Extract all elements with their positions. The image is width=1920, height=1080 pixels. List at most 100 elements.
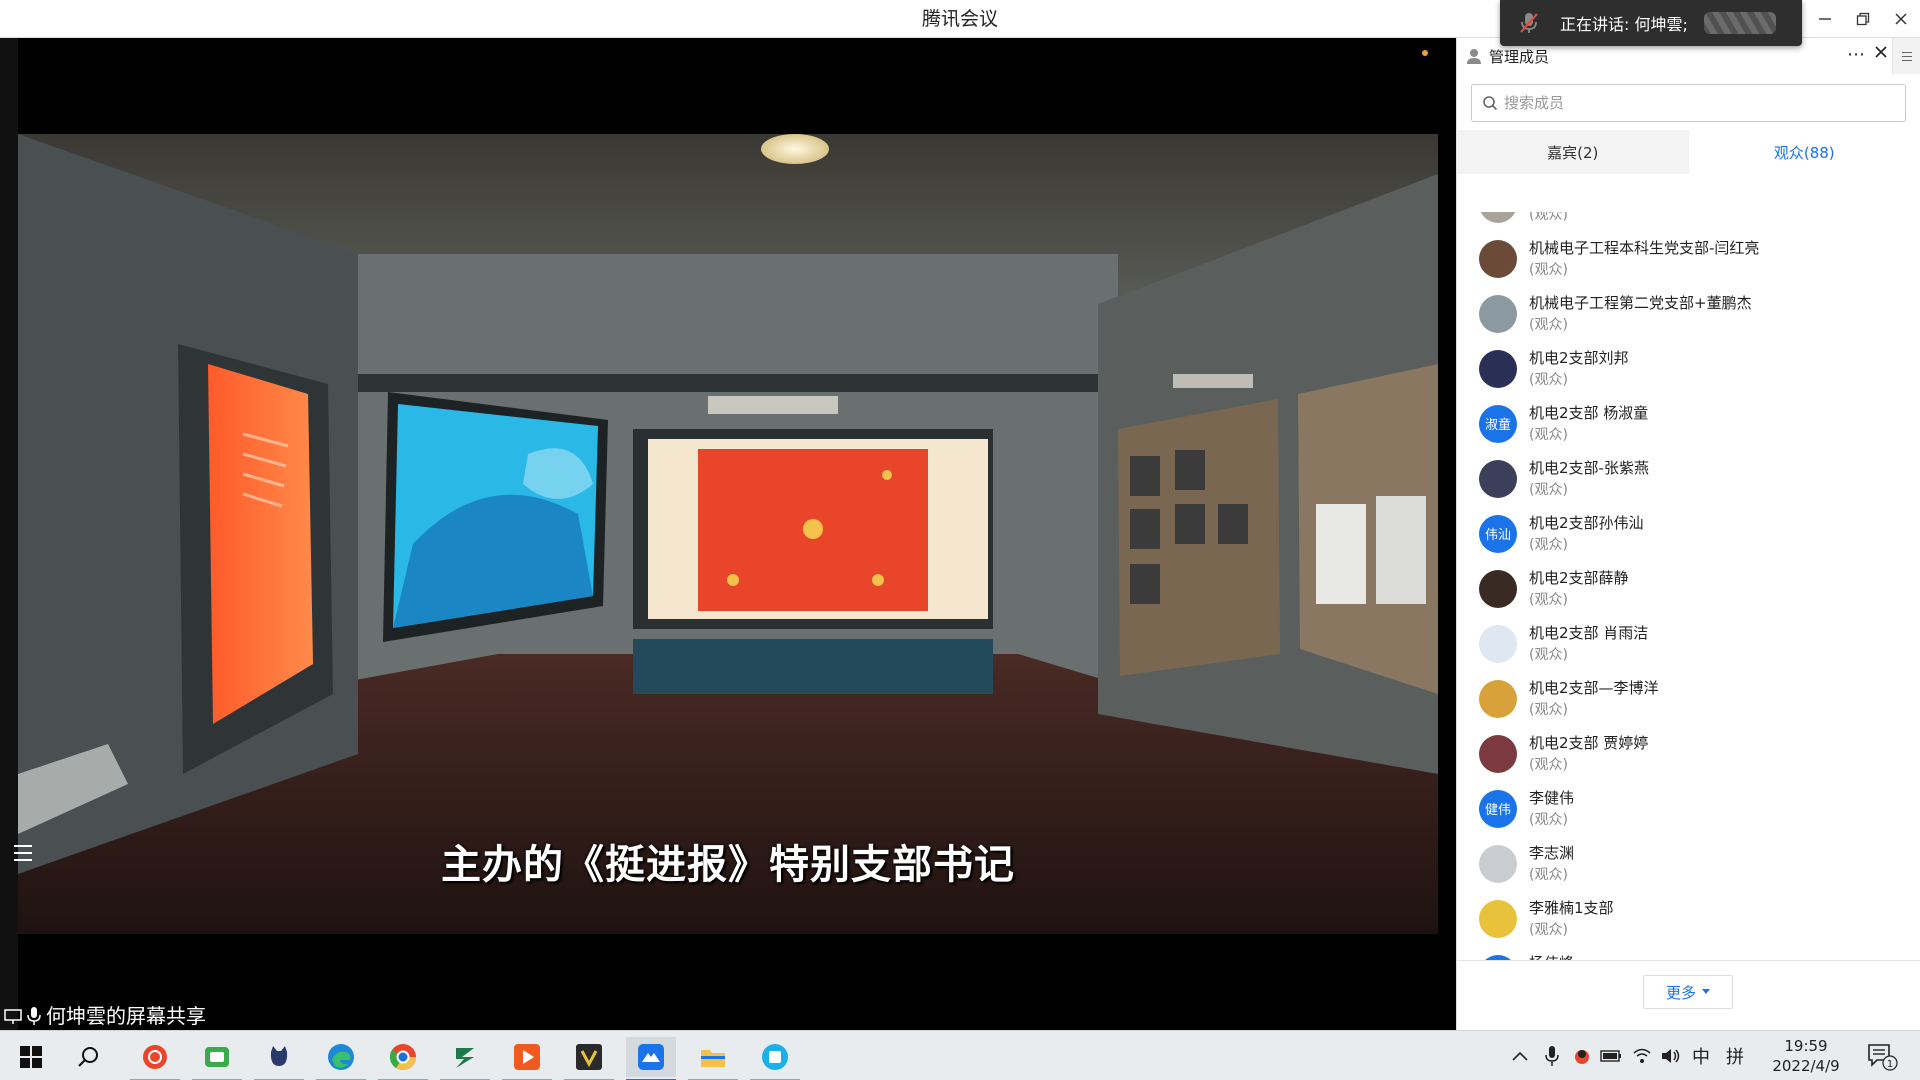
- avatar: [1479, 569, 1517, 608]
- taskbar-app-explorer[interactable]: [688, 1037, 738, 1080]
- list-item[interactable]: 机电2支部 贾婷婷 (观众): [1457, 726, 1920, 781]
- avatar-initials: 淑童: [1484, 418, 1511, 433]
- notification-center-button[interactable]: 1: [1866, 1031, 1898, 1080]
- list-item[interactable]: 机电2支部刘邦 (观众): [1457, 341, 1920, 396]
- restore-button[interactable]: [1844, 0, 1882, 38]
- tray-mic[interactable]: [1544, 1031, 1560, 1080]
- list-item[interactable]: 机械电子工程第二党支部+董鹏杰 (观众): [1457, 286, 1920, 341]
- list-item[interactable]: 健伟 李健伟 (观众): [1457, 781, 1920, 836]
- list-item[interactable]: 机械电子工程本科生党支部-闫红亮 (观众): [1457, 231, 1920, 286]
- close-panel-button[interactable]: [1874, 43, 1888, 64]
- taskbar-app-edge[interactable]: [316, 1037, 366, 1080]
- member-role: (观众): [1529, 647, 1568, 663]
- media-player-icon: [514, 1044, 540, 1070]
- member-list[interactable]: (观众) 机械电子工程本科生党支部-闫红亮 (观众) 机械电子工程第二党支部+董鹏杰…: [1457, 212, 1920, 994]
- member-name: 李健伟: [1529, 789, 1575, 807]
- panel-menu-button[interactable]: [1892, 38, 1920, 74]
- member-role: (观众): [1529, 812, 1568, 828]
- list-item[interactable]: 李志渊 (观众): [1457, 836, 1920, 891]
- avatar: [1479, 212, 1517, 223]
- caret-down-icon: [1702, 989, 1710, 994]
- minimize-icon: [1819, 18, 1831, 20]
- more-options-icon[interactable]: ⋯: [1847, 44, 1866, 65]
- wifi-icon: [1633, 1048, 1651, 1063]
- taskbar-clock[interactable]: 19:59 2022/4/9: [1770, 1036, 1842, 1076]
- list-item[interactable]: (观众): [1457, 212, 1920, 231]
- member-name: 机械电子工程第二党支部+董鹏杰: [1529, 294, 1752, 312]
- member-icon: [1467, 49, 1481, 64]
- tencent-meeting-window: 腾讯会议 正在讲话: 何坤雲; 主办的《挺进报》特别支部书记 何坤雲的屏幕共享 …: [0, 0, 1920, 1080]
- member-name: 机电2支部 肖雨洁: [1529, 624, 1649, 642]
- member-search-input[interactable]: [1504, 94, 1864, 112]
- video-caption: 主办的《挺进报》特别支部书记: [441, 842, 1015, 888]
- taskbar-app-player[interactable]: [502, 1037, 552, 1080]
- member-role: (观众): [1529, 212, 1568, 223]
- more-button[interactable]: 更多: [1643, 975, 1733, 1009]
- mic-icon: [27, 1007, 41, 1025]
- tray-battery[interactable]: [1600, 1031, 1622, 1080]
- member-search-box[interactable]: [1471, 84, 1906, 122]
- member-name: 机电2支部孙伟汕: [1529, 514, 1644, 532]
- mic-icon: [1545, 1046, 1559, 1066]
- speaking-indicator: 正在讲话: 何坤雲;: [1500, 0, 1802, 46]
- taskbar-app-snail[interactable]: [130, 1037, 180, 1080]
- taskbar-app-tencent-meeting[interactable]: [626, 1037, 676, 1080]
- taskbar-app-lightning[interactable]: [440, 1037, 490, 1080]
- close-icon: [1875, 46, 1887, 58]
- member-role: (观众): [1529, 482, 1568, 498]
- list-item[interactable]: 机电2支部 肖雨洁 (观众): [1457, 616, 1920, 671]
- taskbar-app-vscode[interactable]: [564, 1037, 614, 1080]
- taskbar-app-store[interactable]: [750, 1037, 800, 1080]
- list-item[interactable]: 李雅楠1支部 (观众): [1457, 891, 1920, 946]
- tray-app[interactable]: [1572, 1031, 1592, 1080]
- taskbar-app-chrome[interactable]: [378, 1037, 428, 1080]
- avatar: 淑童: [1479, 404, 1517, 443]
- cat-app-icon: [270, 1046, 288, 1066]
- tray-wifi[interactable]: [1632, 1031, 1652, 1080]
- close-icon: [1895, 13, 1907, 25]
- start-button[interactable]: [6, 1037, 56, 1077]
- wechat-app-icon: [205, 1047, 229, 1067]
- notification-icon: 1: [1868, 1044, 1898, 1071]
- member-name: 机电2支部 贾婷婷: [1529, 734, 1649, 752]
- tab-audience[interactable]: 观众(88): [1688, 130, 1920, 174]
- member-role: (观众): [1529, 262, 1568, 278]
- member-role: (观众): [1529, 537, 1568, 553]
- member-role: (观众): [1529, 592, 1568, 608]
- list-item[interactable]: 机电2支部—李博洋 (观众): [1457, 671, 1920, 726]
- close-window-button[interactable]: [1882, 0, 1920, 38]
- tray-overflow-button[interactable]: [1512, 1031, 1528, 1080]
- screen-share-label: 何坤雲的屏幕共享: [0, 1002, 206, 1030]
- avatar: [1479, 899, 1517, 938]
- speaker-icon: [1662, 1049, 1680, 1063]
- avatar: [1479, 624, 1517, 663]
- taskbar-search-button[interactable]: [64, 1037, 114, 1077]
- member-name: 机电2支部 杨淑童: [1529, 404, 1649, 422]
- video-list-button[interactable]: [8, 838, 38, 868]
- member-panel-title: 管理成员: [1489, 47, 1550, 66]
- list-item[interactable]: 伟汕 机电2支部孙伟汕 (观众): [1457, 506, 1920, 561]
- list-item[interactable]: 机电2支部-张紫燕 (观众): [1457, 451, 1920, 506]
- ime-language[interactable]: 中: [1692, 1031, 1710, 1080]
- avatar: [1479, 459, 1517, 498]
- list-item[interactable]: 淑童 机电2支部 杨淑童 (观众): [1457, 396, 1920, 451]
- taskbar: 中 拼 19:59 2022/4/9 1: [0, 1030, 1920, 1080]
- tray-volume[interactable]: [1660, 1031, 1682, 1080]
- taskbar-app-cat[interactable]: [254, 1037, 304, 1080]
- list-icon: [14, 845, 32, 847]
- screen-share-icon: [4, 1009, 22, 1024]
- taskbar-app-wechat[interactable]: [192, 1037, 242, 1080]
- notification-count: 1: [1887, 1059, 1893, 1070]
- member-role: (观众): [1529, 702, 1568, 718]
- member-role: (观众): [1529, 372, 1568, 388]
- avatar: [1479, 239, 1517, 278]
- clock-time: 19:59: [1784, 1037, 1828, 1055]
- museum-scene-image: [18, 134, 1438, 934]
- list-item[interactable]: 机电2支部薛静 (观众): [1457, 561, 1920, 616]
- minimize-button[interactable]: [1806, 0, 1844, 38]
- battery-icon: [1600, 1050, 1621, 1062]
- shared-screen-area[interactable]: 主办的《挺进报》特别支部书记 何坤雲的屏幕共享: [0, 38, 1456, 1030]
- tencent-meeting-icon: [638, 1044, 664, 1070]
- tab-guests[interactable]: 嘉宾(2): [1457, 130, 1689, 174]
- ime-mode[interactable]: 拼: [1726, 1031, 1744, 1080]
